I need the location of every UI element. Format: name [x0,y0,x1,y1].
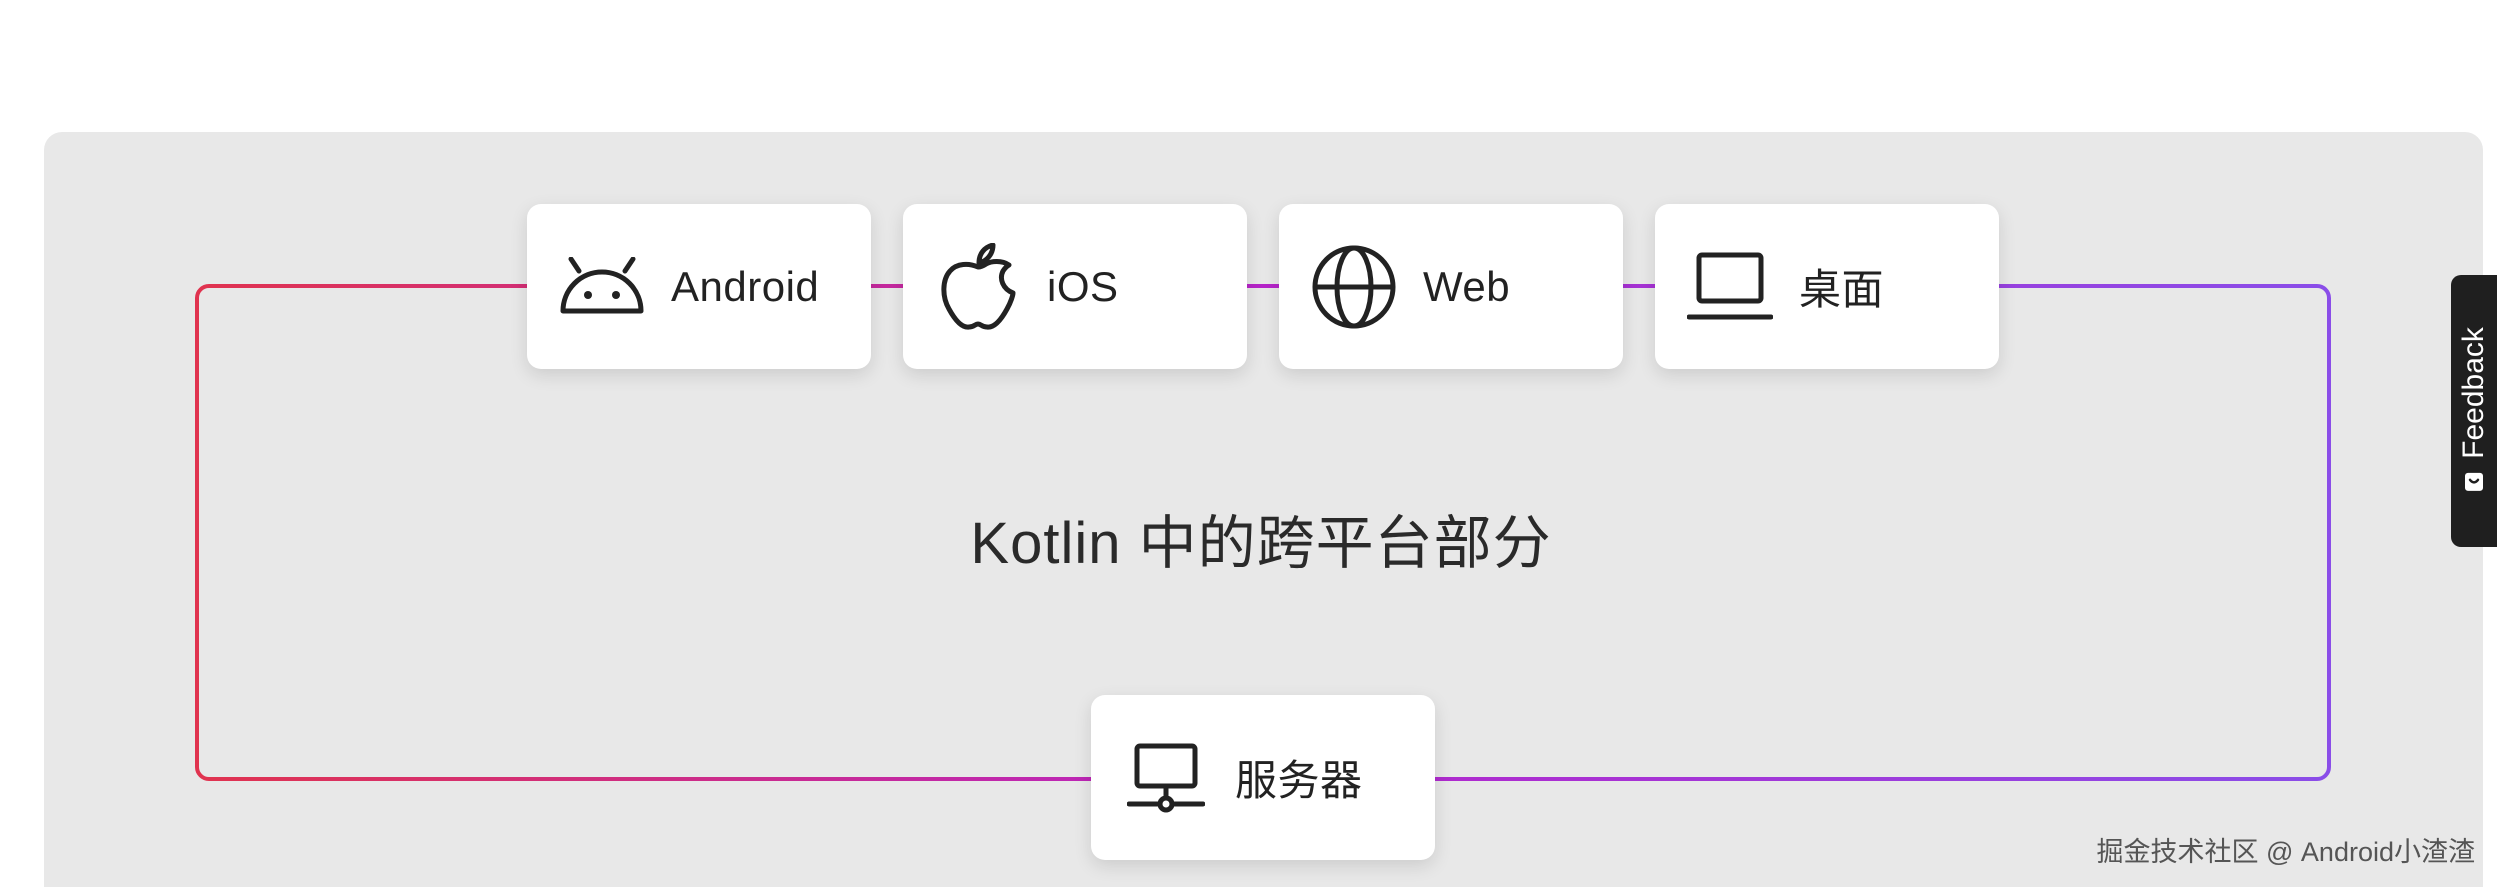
platform-card-web[interactable]: Web [1279,204,1623,369]
watermark: 掘金技术社区 @ Android小渣渣 [2096,837,2475,867]
feedback-label: Feedback [2457,327,2490,459]
feedback-label-wrap: Feedback [2457,327,2491,495]
globe-icon [1309,242,1399,332]
feedback-tab[interactable]: Feedback [2451,275,2497,547]
platform-label-ios: iOS [1047,262,1119,310]
diagram-title: Kotlin 中的跨平台部分 [970,511,1552,576]
platform-card-desktop[interactable]: 桌面 [1655,204,1999,369]
platform-label-web: Web [1423,262,1511,310]
apple-icon [933,242,1023,332]
platform-label-server: 服务器 [1235,757,1363,804]
platform-card-android[interactable]: Android [527,204,871,369]
platform-card-ios[interactable]: iOS [903,204,1247,369]
platform-label-desktop: 桌面 [1799,266,1885,313]
laptop-icon [1685,242,1775,332]
server-icon [1121,733,1211,823]
android-icon [557,242,647,332]
feedback-icon [2463,467,2485,501]
platform-card-server[interactable]: 服务器 [1091,695,1435,860]
page: Android iOS Web 桌面 服务器 Kotlin 中的跨平台部分 Fe… [0,0,2497,887]
platform-label-android: Android [671,262,820,310]
